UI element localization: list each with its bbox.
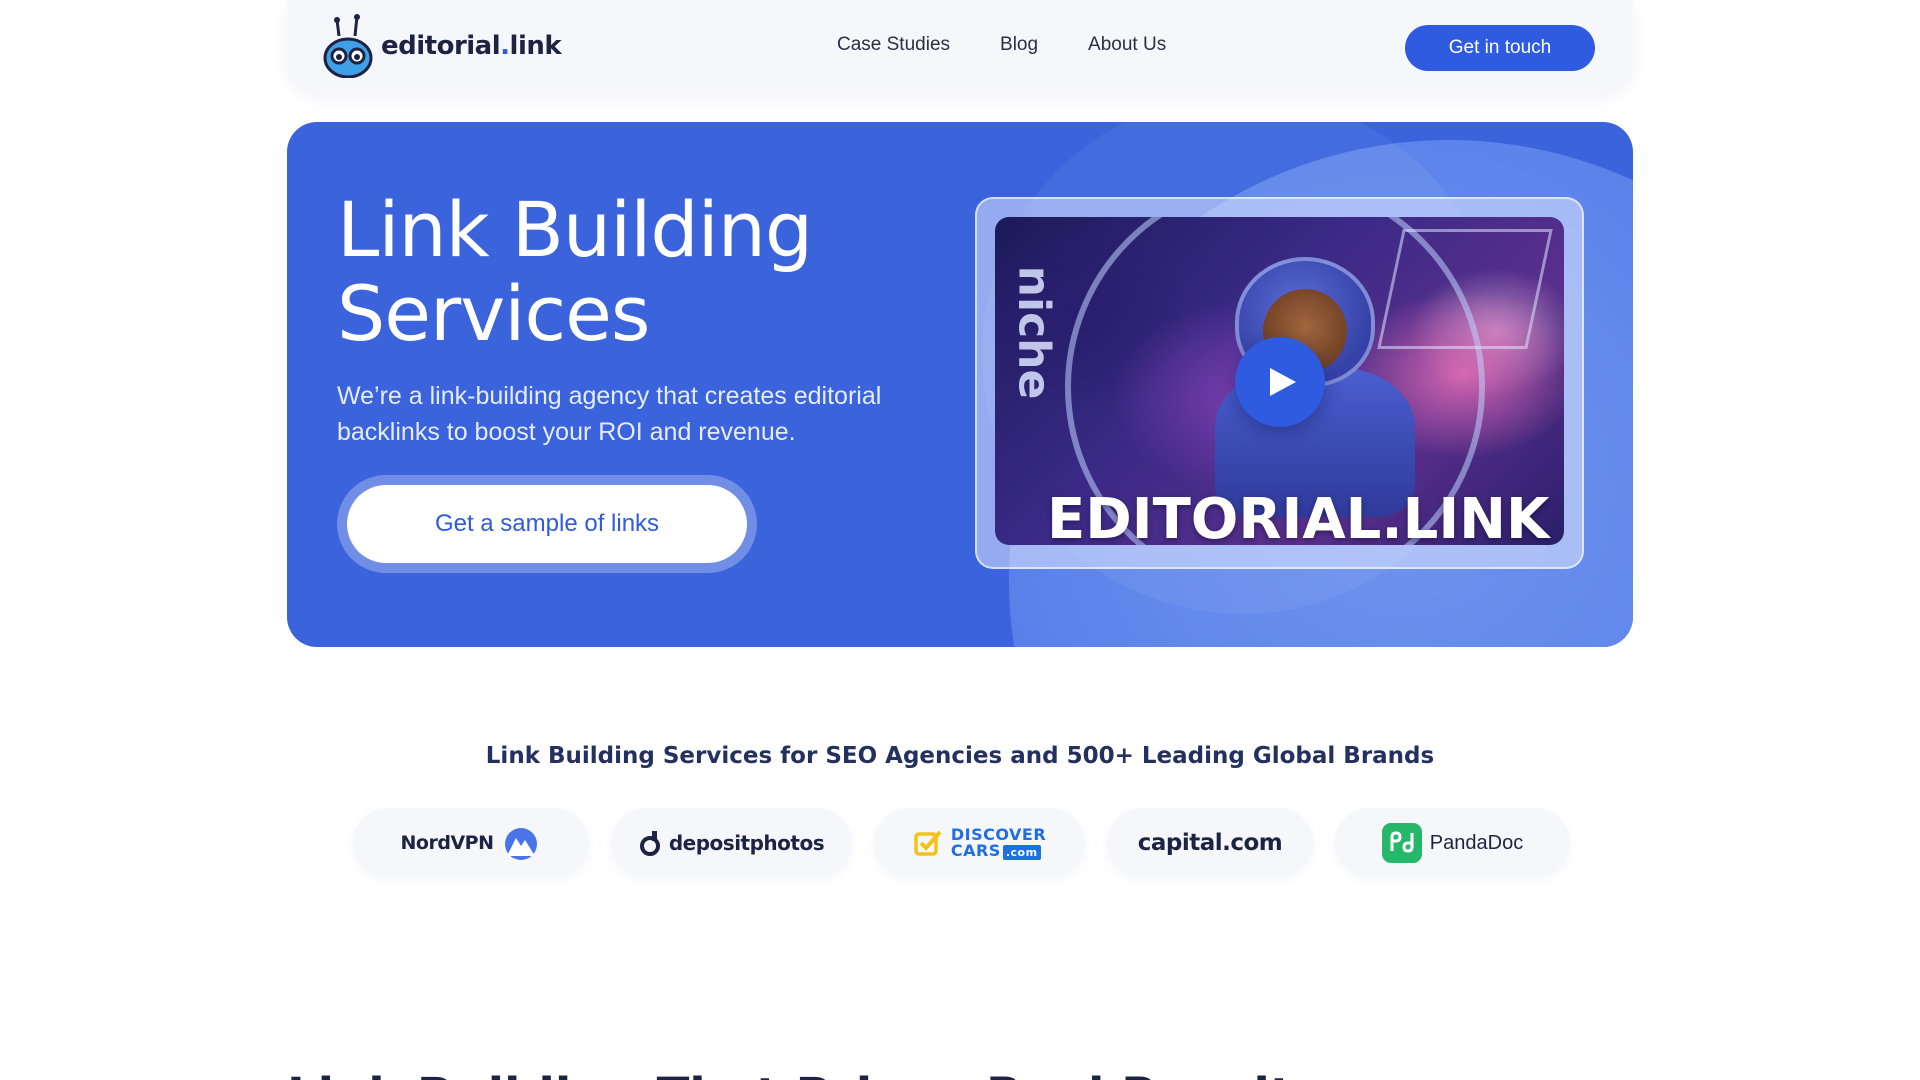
get-sample-links-button[interactable]: Get a sample of links bbox=[347, 485, 747, 563]
video-card: niche EDITORIAL.LINK bbox=[975, 197, 1584, 569]
brand-logo-depositphotos: depositphotos bbox=[611, 808, 852, 878]
hero-subtitle: We’re a link-building agency that create… bbox=[337, 382, 882, 446]
robot-mascot-icon bbox=[323, 14, 373, 78]
video-player[interactable]: niche EDITORIAL.LINK bbox=[995, 217, 1564, 545]
hero-title: Link Building Services bbox=[337, 188, 957, 356]
video-hex-frame bbox=[1377, 229, 1553, 349]
video-caption: EDITORIAL.LINK bbox=[1047, 487, 1550, 545]
hero-title-line-2: Services bbox=[337, 269, 650, 358]
discovercars-cars: CARS bbox=[950, 841, 1001, 860]
nav-link-case-studies[interactable]: Case Studies bbox=[837, 34, 950, 56]
get-in-touch-button[interactable]: Get in touch bbox=[1405, 25, 1595, 71]
discovercars-check-icon bbox=[914, 830, 942, 856]
capital-com-wordmark: capital.com bbox=[1137, 830, 1283, 856]
brand-name: editorial bbox=[381, 31, 501, 61]
nordvpn-wordmark: NordVPN bbox=[400, 832, 494, 854]
pandadoc-pd-icon bbox=[1381, 823, 1422, 863]
depositphotos-drop-icon bbox=[639, 831, 660, 856]
brand-tld: link bbox=[509, 31, 562, 61]
brand-dot: . bbox=[500, 31, 510, 61]
top-navbar: editorial.link Case Studies Blog About U… bbox=[287, 0, 1633, 94]
primary-nav: Case Studies Blog About Us bbox=[837, 34, 1166, 56]
brand-logo-capital-com: capital.com bbox=[1107, 808, 1313, 878]
discovercars-wordmark: DISCOVER CARS .com bbox=[950, 827, 1046, 860]
play-button[interactable] bbox=[1235, 337, 1325, 427]
brand-logo-discovercars: DISCOVER CARS .com bbox=[874, 808, 1085, 878]
brand-wordmark: editorial.link bbox=[381, 31, 562, 61]
hero-cta-halo: Get a sample of links bbox=[337, 475, 757, 573]
nav-link-blog[interactable]: Blog bbox=[1000, 34, 1038, 56]
nav-link-about-us[interactable]: About Us bbox=[1088, 34, 1166, 56]
pandadoc-wordmark: PandaDoc bbox=[1429, 831, 1524, 854]
hero-section: Link Building Services We’re a link-buil… bbox=[287, 122, 1633, 647]
depositphotos-wordmark: depositphotos bbox=[668, 831, 825, 855]
discovercars-com: .com bbox=[1002, 845, 1041, 860]
hero-title-line-1: Link Building bbox=[337, 185, 813, 274]
play-icon bbox=[1270, 368, 1296, 396]
brand-logo-nordvpn: NordVPN bbox=[353, 808, 589, 878]
nordvpn-mountain-icon bbox=[505, 828, 538, 860]
video-side-text: niche bbox=[1008, 265, 1060, 400]
brand-logo[interactable]: editorial.link bbox=[323, 14, 562, 78]
discovercars-line-2: CARS .com bbox=[950, 841, 1041, 860]
results-section-heading: Link Building That Brings Real Results bbox=[287, 1068, 1321, 1080]
brand-logo-pandadoc: PandaDoc bbox=[1335, 808, 1570, 878]
brands-heading: Link Building Services for SEO Agencies … bbox=[485, 743, 1435, 769]
